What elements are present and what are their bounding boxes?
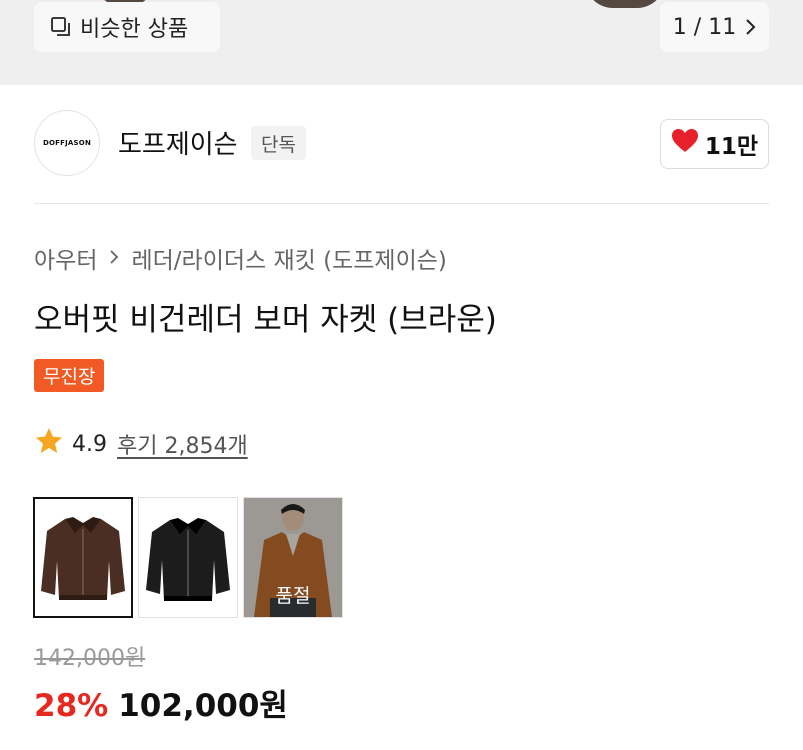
product-image-edge [585,0,665,8]
breadcrumb-subcategory[interactable]: 레더/라이더스 재킷 (도프제이슨) [131,241,446,275]
soldout-label: 품절 [275,585,311,607]
chevron-right-icon [744,18,756,36]
delivery-badge: 무진장 [34,359,105,392]
divider [34,203,769,204]
heart-icon [671,128,699,160]
review-link[interactable]: 후기 2,854개 [117,428,248,460]
brand-logo[interactable]: DOFFJASON [34,110,100,176]
rating-value: 4.9 [72,431,107,457]
price-row: 28% 102,000원 [34,680,288,725]
color-options: 품절 [33,497,343,618]
like-count: 11만 [704,134,759,160]
option-thumbnail-black[interactable] [138,497,238,618]
page-indicator-text: 1 / 11 [672,14,737,40]
original-price: 142,000원 [34,646,146,671]
copy-icon [50,16,72,38]
product-title: 오버핏 비건레더 보머 자켓 (브라운) [34,302,497,338]
star-icon [34,426,64,462]
chevron-right-icon [109,245,119,271]
discount-rate: 28% [34,688,109,724]
option-thumbnail-brown[interactable] [33,497,133,618]
option-thumbnail-camel[interactable]: 품절 [243,497,343,618]
image-page-indicator[interactable]: 1 / 11 [660,2,769,52]
brand-logo-text: DOFFJASON [43,139,91,147]
similar-products-label: 비슷한 상품 [80,17,189,42]
breadcrumb: 아우터 레더/라이더스 재킷 (도프제이슨) [34,241,447,275]
like-button[interactable]: 11만 [660,119,769,169]
exclusive-badge: 단독 [251,126,306,160]
sale-price: 102,000원 [118,688,288,724]
image-gallery[interactable]: 비슷한 상품 1 / 11 [0,0,803,85]
rating-row: 4.9 후기 2,854개 [34,426,248,462]
similar-products-button[interactable]: 비슷한 상품 [34,2,220,52]
breadcrumb-category[interactable]: 아우터 [34,241,97,275]
brand-name[interactable]: 도프제이슨 [118,124,238,161]
brand-row: DOFFJASON 도프제이슨 단독 11만 [34,110,769,178]
